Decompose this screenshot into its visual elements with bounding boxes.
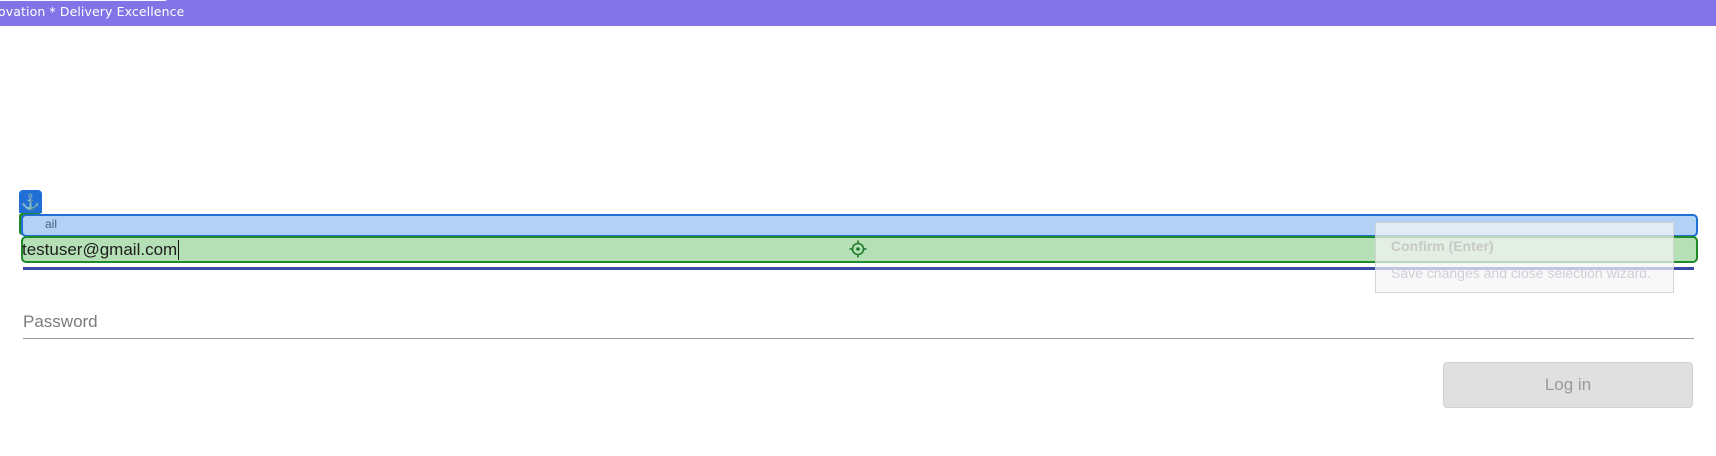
tooltip-description: Save changes and close selection wizard. [1391, 265, 1651, 281]
crosshair-icon[interactable] [849, 240, 867, 258]
tooltip-title: Confirm (Enter) [1391, 238, 1494, 254]
password-field[interactable]: Password [23, 312, 98, 332]
login-button[interactable]: Log in [1443, 362, 1693, 408]
email-field[interactable]: testuser@gmail.com [22, 240, 180, 260]
top-banner: ovation * Delivery Excellence [0, 0, 1716, 26]
brand-tagline: ovation * Delivery Excellence [0, 4, 185, 19]
email-label: ail [45, 217, 58, 231]
password-underline [23, 338, 1694, 339]
brand-logo [0, 0, 170, 1]
anchor-badge[interactable]: ⚓ [19, 190, 42, 213]
anchor-icon: ⚓ [21, 193, 40, 211]
confirm-tooltip: Confirm (Enter) Save changes and close s… [1375, 222, 1674, 293]
